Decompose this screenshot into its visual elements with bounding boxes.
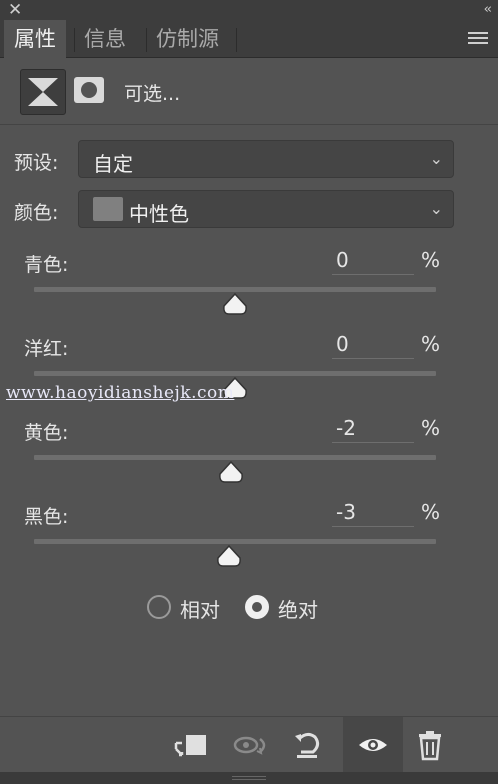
watermark-text: www.haoyidianshejk.com (6, 383, 235, 403)
cyan-label: 青色: (24, 254, 69, 276)
magenta-value-input[interactable]: 0 (332, 332, 414, 359)
yellow-value-input[interactable]: -2 (332, 416, 414, 443)
close-icon[interactable]: ✕ (8, 0, 22, 20)
hamburger-menu-icon[interactable] (468, 32, 488, 46)
tab-properties[interactable]: 属性 (4, 20, 66, 59)
cyan-percent: % (421, 248, 441, 272)
absolute-label[interactable]: 绝对 (278, 594, 318, 623)
preset-select[interactable]: 自定 ⌄ (78, 140, 454, 178)
view-previous-state-icon[interactable] (230, 725, 270, 765)
magenta-percent: % (421, 332, 441, 356)
colors-select[interactable]: 中性色 ⌄ (78, 190, 454, 228)
method-radio-group: 相对 绝对 (0, 592, 498, 622)
black-percent: % (421, 500, 441, 524)
chevron-down-icon: ⌄ (429, 149, 443, 168)
yellow-slider-thumb[interactable] (217, 460, 245, 484)
layer-mask-icon[interactable] (74, 77, 104, 103)
cyan-value-input[interactable]: 0 (332, 248, 414, 275)
yellow-percent: % (421, 416, 441, 440)
preset-value: 自定 (93, 152, 133, 176)
black-value-input[interactable]: -3 (332, 500, 414, 527)
footer-toolbar (0, 717, 498, 772)
adjustment-name: 可选... (124, 83, 181, 105)
adjustment-header: 可选... (0, 59, 498, 125)
colors-label: 颜色: (14, 202, 59, 224)
selective-color-icon (28, 78, 58, 106)
relative-radio[interactable] (147, 595, 171, 619)
tab-info[interactable]: 信息 (74, 20, 136, 58)
absolute-radio[interactable] (245, 595, 269, 619)
visibility-eye-icon[interactable] (353, 725, 393, 765)
tab-separator (236, 28, 237, 52)
preset-label: 预设: (14, 152, 59, 174)
panel-titlebar: ✕ ‹‹ (0, 0, 498, 20)
colors-value: 中性色 (129, 202, 189, 226)
black-label: 黑色: (24, 506, 69, 528)
magenta-label: 洋红: (24, 338, 69, 360)
cyan-slider-thumb[interactable] (221, 292, 249, 316)
yellow-label: 黄色: (24, 422, 69, 444)
relative-label[interactable]: 相对 (180, 594, 220, 623)
panel-bottom-edge (0, 772, 498, 784)
reset-icon[interactable] (287, 725, 327, 765)
clip-to-layer-icon[interactable] (170, 725, 210, 765)
black-slider-thumb[interactable] (215, 544, 243, 568)
divider (0, 124, 498, 125)
trash-icon[interactable] (410, 725, 450, 765)
adjustment-layer-icon[interactable] (20, 69, 66, 115)
chevron-down-icon: ⌄ (429, 199, 443, 218)
resize-grip-icon[interactable] (232, 776, 266, 780)
tab-clone-source[interactable]: 仿制源 (146, 20, 229, 58)
color-swatch (93, 197, 123, 221)
tab-bar: 属性 信息 仿制源 (0, 20, 498, 59)
collapse-panel-icon[interactable]: ‹‹ (484, 0, 493, 20)
